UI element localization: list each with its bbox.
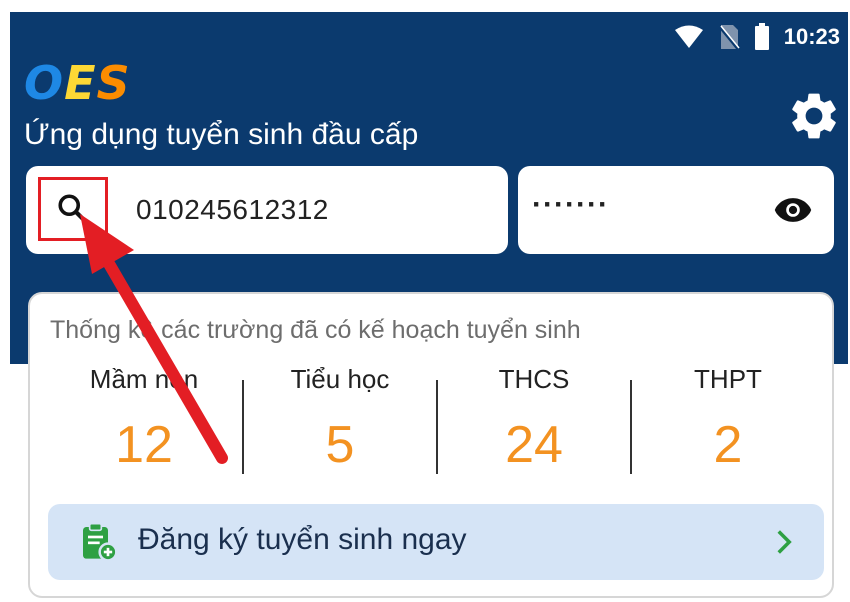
- stat-value: 2: [713, 416, 743, 474]
- app-subtitle: Ứng dụng tuyển sinh đầu cấp: [24, 118, 419, 151]
- register-button[interactable]: Đăng ký tuyển sinh ngay: [48, 504, 824, 580]
- stat-mam-non: Mầm non 12: [46, 364, 242, 475]
- stat-value: 5: [325, 416, 355, 474]
- status-time: 10:23: [783, 24, 840, 49]
- password-field[interactable]: ·······: [518, 166, 834, 254]
- logo-letter-s: S: [96, 56, 131, 110]
- password-value[interactable]: ·······: [532, 188, 609, 222]
- stat-tieu-hoc: Tiểu học 5: [242, 364, 438, 475]
- stat-label: Tiểu học: [290, 364, 390, 394]
- username-value[interactable]: 010245612312: [136, 194, 329, 226]
- logo-letter-e: E: [64, 56, 97, 110]
- register-label[interactable]: Đăng ký tuyển sinh ngay: [138, 523, 467, 557]
- stats-title: Thống kê các trường đã có kế hoạch tuyển…: [50, 316, 581, 344]
- stat-thpt: THPT 2: [630, 364, 826, 475]
- stat-label: Mầm non: [89, 364, 199, 394]
- chevron-right-icon: [777, 530, 792, 554]
- username-field[interactable]: 010245612312: [26, 166, 508, 254]
- battery-icon: [754, 23, 769, 50]
- stats-row: Mầm non 12 Tiểu học 5 THCS 24 THPT 2: [30, 364, 832, 484]
- wifi-icon: [674, 25, 703, 48]
- no-sim-icon: [718, 25, 740, 50]
- search-icon[interactable]: [55, 191, 91, 227]
- app-logo: OES: [24, 56, 131, 110]
- app-screen: 10:23 OES Ứng dụng tuyển sinh đầu cấp 01…: [10, 12, 848, 602]
- eye-icon[interactable]: [774, 196, 812, 224]
- stat-label: THPT: [694, 364, 762, 394]
- logo-letter-o: O: [24, 56, 65, 110]
- stat-value: 24: [505, 416, 563, 474]
- stat-value: 12: [115, 416, 173, 474]
- search-icon-highlight[interactable]: [38, 177, 108, 241]
- stat-label: THCS: [498, 364, 570, 394]
- clipboard-add-icon: [83, 522, 118, 562]
- status-bar: 10:23: [674, 22, 840, 52]
- stat-thcs: THCS 24: [436, 364, 632, 475]
- gear-icon[interactable]: [786, 88, 842, 144]
- stats-card: Thống kê các trường đã có kế hoạch tuyển…: [28, 292, 834, 598]
